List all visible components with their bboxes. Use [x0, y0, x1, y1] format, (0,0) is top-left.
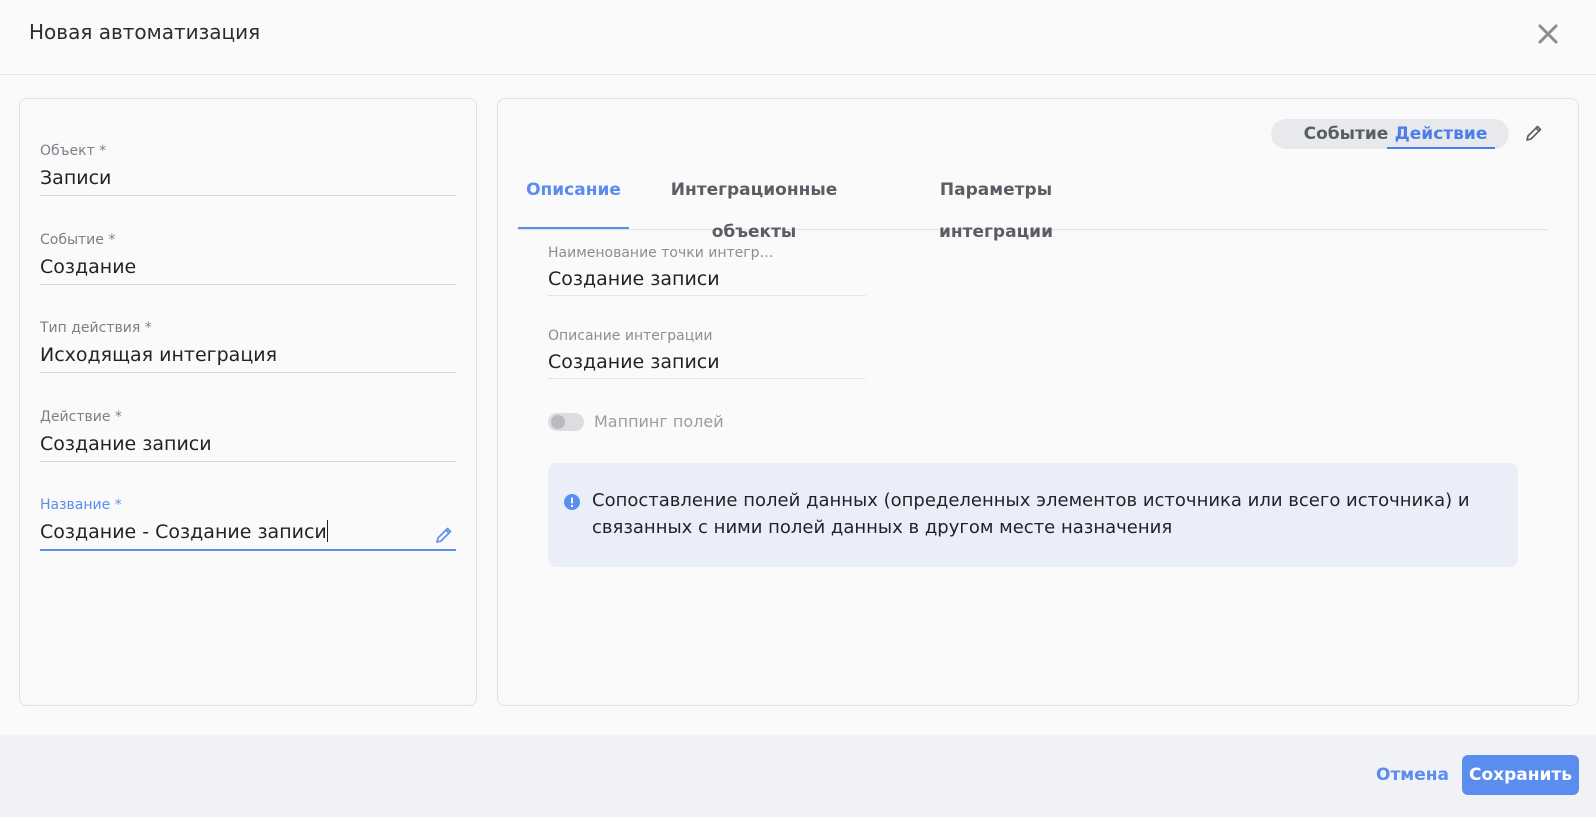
- event-value[interactable]: Создание: [40, 250, 456, 285]
- action-type-value[interactable]: Исходящая интеграция: [40, 338, 456, 373]
- action-field[interactable]: Действие * Создание записи: [40, 407, 456, 462]
- tab-bar: Описание Интеграционные объекты Параметр…: [518, 169, 1548, 242]
- toggle-knob: [551, 415, 565, 429]
- name-input-text: Создание - Создание записи: [40, 521, 327, 543]
- integration-description-field[interactable]: Описание интеграции Создание записи: [548, 326, 866, 379]
- object-label: Объект *: [40, 143, 107, 159]
- tab-integration-params[interactable]: Параметры интеграции: [891, 169, 1101, 242]
- field-mapping-label: Маппинг полей: [594, 412, 724, 431]
- integration-point-name-value[interactable]: Создание записи: [548, 263, 866, 296]
- action-type-field[interactable]: Тип действия * Исходящая интеграция: [40, 318, 456, 373]
- dialog-footer: Отмена Сохранить: [0, 735, 1596, 817]
- close-icon[interactable]: [1536, 22, 1560, 46]
- name-input[interactable]: Создание - Создание записи: [40, 515, 456, 551]
- cancel-button[interactable]: Отмена: [1366, 755, 1459, 795]
- event-label: Событие *: [40, 232, 116, 248]
- integration-description-value[interactable]: Создание записи: [548, 346, 866, 379]
- name-field[interactable]: Название * Создание - Создание записи: [40, 495, 456, 551]
- field-mapping-toggle[interactable]: [548, 413, 584, 431]
- integration-point-name-label: Наименование точки интегр…: [548, 245, 774, 261]
- action-type-label: Тип действия *: [40, 320, 152, 336]
- event-field[interactable]: Событие * Создание: [40, 230, 456, 285]
- right-panel: Событие Действие Описание Интеграционные…: [497, 98, 1579, 706]
- segment-action[interactable]: Действие: [1387, 119, 1495, 149]
- integration-description-label: Описание интеграции: [548, 328, 713, 344]
- tab-integration-objects[interactable]: Интеграционные объекты: [644, 169, 864, 242]
- tab-description[interactable]: Описание: [518, 169, 629, 229]
- pencil-icon[interactable]: [1524, 123, 1544, 143]
- pencil-icon[interactable]: [434, 522, 454, 543]
- event-action-switch: Событие Действие: [1271, 119, 1509, 149]
- name-label: Название *: [40, 497, 122, 513]
- object-field[interactable]: Объект * Записи: [40, 141, 456, 196]
- save-button[interactable]: Сохранить: [1462, 755, 1579, 795]
- action-value[interactable]: Создание записи: [40, 427, 456, 462]
- info-icon: [564, 494, 580, 510]
- dialog-title: Новая автоматизация: [29, 20, 261, 44]
- info-box: Сопоставление полей данных (определенных…: [548, 463, 1518, 567]
- info-text: Сопоставление полей данных (определенных…: [592, 490, 1470, 538]
- text-caret: [326, 520, 328, 542]
- action-label: Действие *: [40, 409, 122, 425]
- segment-event[interactable]: Событие: [1291, 119, 1401, 149]
- integration-point-name-field[interactable]: Наименование точки интегр… Создание запи…: [548, 243, 866, 296]
- dialog-header: Новая автоматизация: [0, 0, 1596, 75]
- object-value[interactable]: Записи: [40, 161, 456, 196]
- left-panel: Объект * Записи Событие * Создание Тип д…: [19, 98, 477, 706]
